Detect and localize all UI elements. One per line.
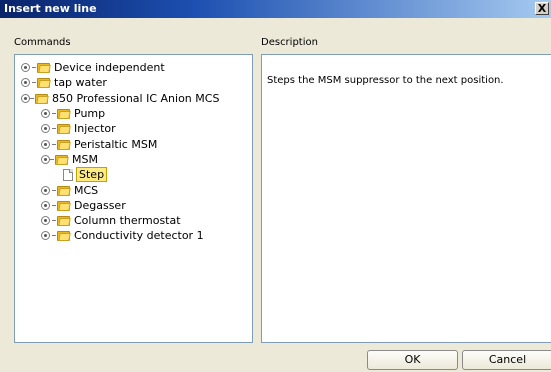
tree-node[interactable]: Step — [15, 167, 252, 183]
tree-node[interactable]: Conductivity detector 1 — [15, 228, 252, 243]
tree-connector — [52, 143, 56, 145]
tree-node-label[interactable]: Peristaltic MSM — [74, 138, 157, 151]
description-label: Description — [261, 37, 318, 48]
tree-connector — [52, 128, 56, 130]
tree-node-label[interactable]: Pump — [74, 107, 105, 120]
commands-tree[interactable]: Device independent tap water 850 Professio… — [14, 54, 253, 343]
tree-connector — [52, 113, 56, 115]
ok-button[interactable]: OK — [367, 350, 458, 370]
expand-icon[interactable] — [41, 231, 50, 241]
expand-icon[interactable] — [41, 185, 50, 195]
tree-connector — [52, 204, 56, 206]
tree-connector — [50, 158, 54, 160]
cancel-button[interactable]: Cancel — [462, 350, 551, 370]
expand-icon[interactable] — [41, 109, 50, 119]
tree-node-label[interactable]: MCS — [74, 184, 98, 197]
folder-icon — [57, 230, 71, 242]
folder-icon — [37, 62, 51, 74]
tree-node[interactable]: Pump — [15, 106, 252, 121]
folder-icon — [57, 215, 71, 227]
folder-icon — [57, 185, 71, 196]
folder-icon — [55, 154, 69, 165]
tree-node[interactable]: Column thermostat — [15, 213, 252, 228]
tree-node-label[interactable]: Injector — [74, 122, 116, 135]
tree-node[interactable]: Injector — [15, 121, 252, 136]
expand-icon[interactable] — [41, 216, 50, 226]
tree-connector — [52, 189, 56, 191]
tree-node-label[interactable]: Column thermostat — [74, 214, 181, 227]
title-bar: Insert new line X — [0, 0, 551, 18]
tree-connector — [32, 67, 36, 69]
folder-icon — [57, 123, 71, 135]
tree-node-label[interactable]: Device independent — [54, 61, 165, 74]
tree-node[interactable]: tap water — [15, 75, 252, 90]
folder-icon — [57, 108, 71, 120]
tree-connector — [32, 82, 36, 84]
commands-label: Commands — [14, 37, 71, 48]
folder-icon — [37, 77, 51, 89]
tree-node-label[interactable]: 850 Professional IC Anion MCS — [52, 92, 219, 105]
tree-connector — [30, 97, 34, 99]
window-title: Insert new line — [4, 2, 97, 15]
tree-node[interactable]: Device independent — [15, 60, 252, 75]
tree-node-label[interactable]: MSM — [72, 153, 98, 166]
folder-icon — [57, 139, 71, 150]
expand-icon[interactable] — [41, 139, 50, 149]
tree-node-label[interactable]: Degasser — [74, 199, 126, 212]
collapse-icon[interactable] — [41, 154, 50, 164]
expand-icon[interactable] — [21, 63, 30, 73]
description-panel: Steps the MSM suppressor to the next pos… — [261, 54, 551, 343]
tree-node[interactable]: Peristaltic MSM — [15, 136, 252, 151]
folder-icon — [35, 93, 49, 104]
expand-icon[interactable] — [21, 78, 30, 88]
folder-icon — [57, 200, 71, 211]
tree-node-label[interactable]: Conductivity detector 1 — [74, 229, 204, 242]
description-text: Steps the MSM suppressor to the next pos… — [267, 75, 504, 86]
tree-node-label[interactable]: Step — [76, 167, 108, 183]
tree-node[interactable]: Degasser — [15, 198, 252, 213]
tree-connector — [52, 220, 56, 222]
tree-node[interactable]: 850 Professional IC Anion MCS — [15, 91, 252, 106]
tree-node[interactable]: MCS — [15, 182, 252, 197]
expand-icon[interactable] — [41, 124, 50, 134]
tree-connector — [52, 235, 56, 237]
close-button[interactable]: X — [535, 2, 549, 15]
document-icon — [63, 168, 73, 181]
tree-node-label[interactable]: tap water — [54, 76, 107, 89]
tree-node[interactable]: MSM — [15, 152, 252, 167]
expand-icon[interactable] — [41, 200, 50, 210]
collapse-icon[interactable] — [21, 93, 30, 103]
